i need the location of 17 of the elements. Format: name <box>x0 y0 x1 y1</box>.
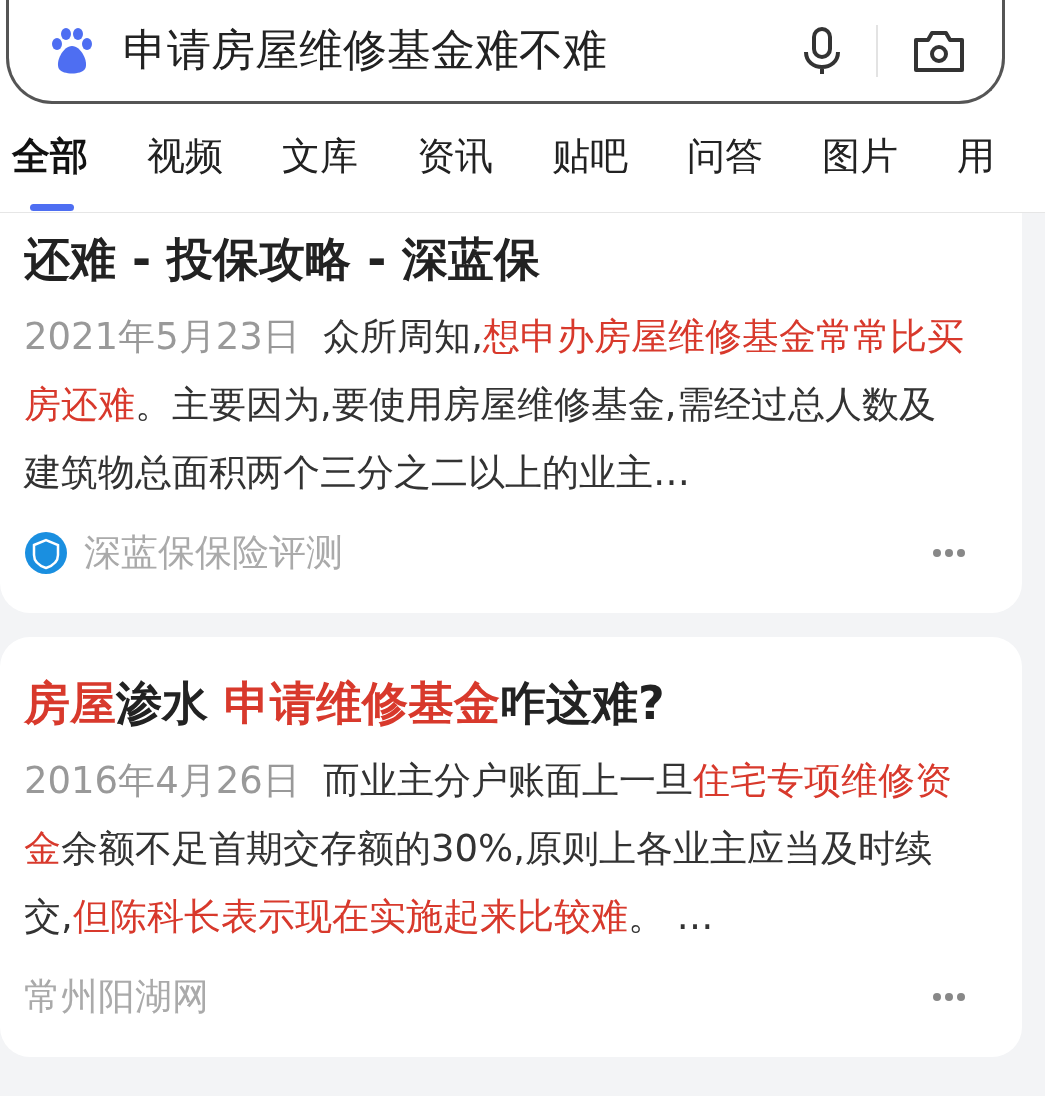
tab[interactable]: 用 <box>957 105 995 211</box>
result-snippet: 2016年4月26日 而业主分户账面上一旦住宅专项维修资金余额不足首期交存额的30%,原则上各业主应当及时续交,但陈科长表示现在实施起来比较难。 … <box>24 758 954 940</box>
tab[interactable]: 问答 <box>687 105 763 211</box>
tab[interactable]: 文库 <box>282 105 358 211</box>
tab[interactable]: 视频 <box>147 105 223 211</box>
more-icon[interactable] <box>932 992 966 1002</box>
search-field[interactable]: 申请房屋维修基金难不难 <box>6 0 1005 104</box>
tab[interactable]: 全部 <box>12 105 88 211</box>
more-icon[interactable] <box>932 548 966 558</box>
result-snippet: 2021年5月23日 众所周知,想申办房屋维修基金常常比买房还难。主要因为,要使用房屋维修基金,需经过总人数及建筑物总面积两个三分之二以上的业主… <box>24 314 966 496</box>
tab[interactable]: 资讯 <box>417 105 493 211</box>
tab[interactable]: 图片 <box>822 105 898 211</box>
result-title[interactable]: 还难 - 投保攻略 - 深蓝保 <box>24 223 966 295</box>
microphone-icon[interactable] <box>802 25 842 76</box>
tab[interactable]: 贴吧 <box>552 105 628 211</box>
search-query: 申请房屋维修基金难不难 <box>123 23 608 77</box>
result-title[interactable]: 房屋渗水 申请维修基金咋这难? <box>24 667 966 739</box>
